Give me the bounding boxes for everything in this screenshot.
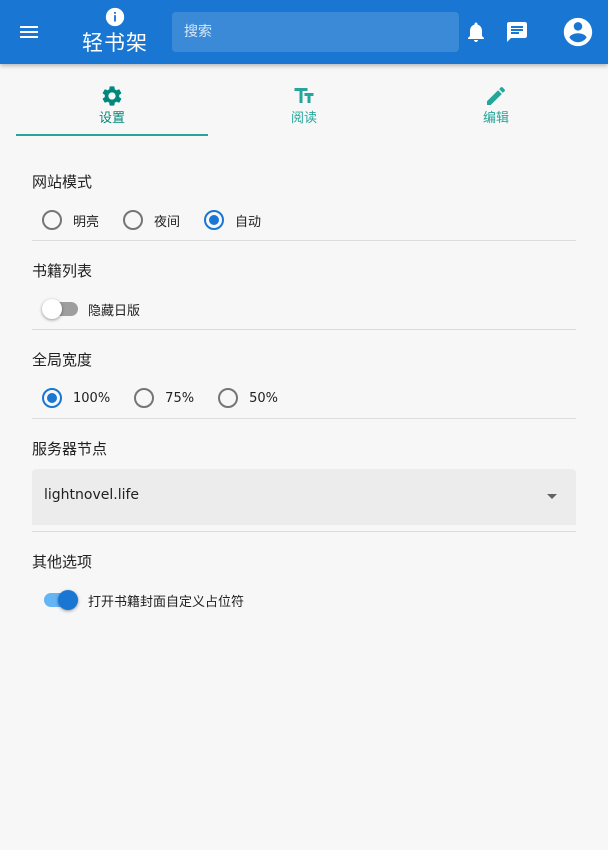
tab-edit[interactable]: 编辑: [400, 72, 592, 136]
search-box[interactable]: [172, 12, 459, 52]
global-width-title: 全局宽度: [32, 351, 93, 369]
notifications-button[interactable]: [460, 16, 492, 48]
hide-jp-switch[interactable]: [42, 299, 78, 319]
radio-light-label: 明亮: [73, 214, 100, 230]
account-button[interactable]: [560, 14, 596, 50]
cover-placeholder-label: 打开书籍封面自定义占位符: [88, 594, 245, 610]
site-mode-section: 网站模式 明亮 夜间 自动: [32, 172, 576, 230]
radio-width-100[interactable]: 100%: [32, 388, 110, 408]
cover-placeholder-toggle-row[interactable]: 打开书籍封面自定义占位符: [32, 590, 576, 610]
radio-night-circle[interactable]: [123, 210, 144, 230]
radio-width-50-circle[interactable]: [218, 388, 239, 408]
radio-light-circle[interactable]: [42, 210, 62, 230]
radio-auto-circle[interactable]: [204, 210, 225, 230]
hide-jp-label: 隐藏日版: [88, 303, 141, 319]
radio-width-100-circle[interactable]: [42, 388, 62, 408]
search-input[interactable]: [172, 12, 459, 52]
app-bar: 轻书架: [0, 0, 608, 64]
radio-width-50[interactable]: 50%: [208, 388, 278, 408]
tab-edit-label: 编辑: [482, 111, 509, 126]
global-width-section: 全局宽度 100% 75% 50%: [32, 350, 576, 408]
menu-icon[interactable]: [17, 20, 41, 44]
radio-auto-label: 自动: [235, 214, 262, 230]
account-circle-icon: [563, 17, 593, 47]
app-title: 轻书架: [82, 31, 148, 55]
radio-width-75-label: 75%: [165, 390, 195, 406]
site-mode-radio-group: 明亮 夜间 自动: [32, 210, 576, 230]
divider: [32, 240, 576, 241]
global-width-radio-group: 100% 75% 50%: [32, 388, 576, 408]
text-size-icon: [294, 88, 314, 103]
other-options-section: 其他选项 打开书籍封面自定义占位符: [32, 552, 576, 610]
tab-reading-label: 阅读: [290, 111, 317, 126]
hide-jp-toggle-row[interactable]: 隐藏日版: [32, 299, 576, 319]
radio-auto[interactable]: 自动: [194, 210, 261, 230]
divider: [32, 418, 576, 419]
server-node-select[interactable]: lightnovel.life: [32, 469, 576, 525]
server-node-title: 服务器节点: [32, 440, 108, 458]
pencil-icon: [487, 86, 506, 105]
tab-settings[interactable]: 设置: [16, 72, 208, 136]
divider: [32, 329, 576, 330]
radio-light[interactable]: 明亮: [32, 210, 99, 230]
radio-night-label: 夜间: [154, 214, 181, 230]
info-icon: [105, 7, 125, 27]
bell-icon: [468, 22, 484, 42]
radio-width-100-label: 100%: [73, 390, 111, 406]
other-options-title: 其他选项: [32, 553, 93, 571]
radio-night[interactable]: 夜间: [113, 210, 180, 230]
gear-icon: [102, 86, 122, 106]
messages-button[interactable]: [501, 16, 533, 48]
switch-thumb[interactable]: [58, 590, 78, 610]
server-node-section: 服务器节点 lightnovel.life: [32, 439, 576, 525]
tab-reading[interactable]: 阅读: [208, 72, 400, 136]
radio-width-75[interactable]: 75%: [124, 388, 194, 408]
cover-placeholder-switch[interactable]: [42, 590, 78, 610]
radio-width-75-circle[interactable]: [134, 388, 155, 408]
server-node-value: lightnovel.life: [44, 487, 140, 503]
book-list-title: 书籍列表: [32, 262, 93, 280]
settings-tabs: 设置 阅读 编辑: [16, 72, 592, 136]
message-icon: [507, 22, 527, 42]
book-list-section: 书籍列表 隐藏日版: [32, 261, 576, 319]
site-mode-title: 网站模式: [32, 173, 93, 191]
dropdown-arrow-icon: [547, 494, 557, 499]
radio-width-50-label: 50%: [249, 390, 278, 406]
switch-thumb[interactable]: [42, 299, 62, 319]
tab-settings-label: 设置: [98, 111, 125, 126]
app-brand[interactable]: 轻书架: [78, 4, 152, 60]
divider: [32, 531, 576, 532]
